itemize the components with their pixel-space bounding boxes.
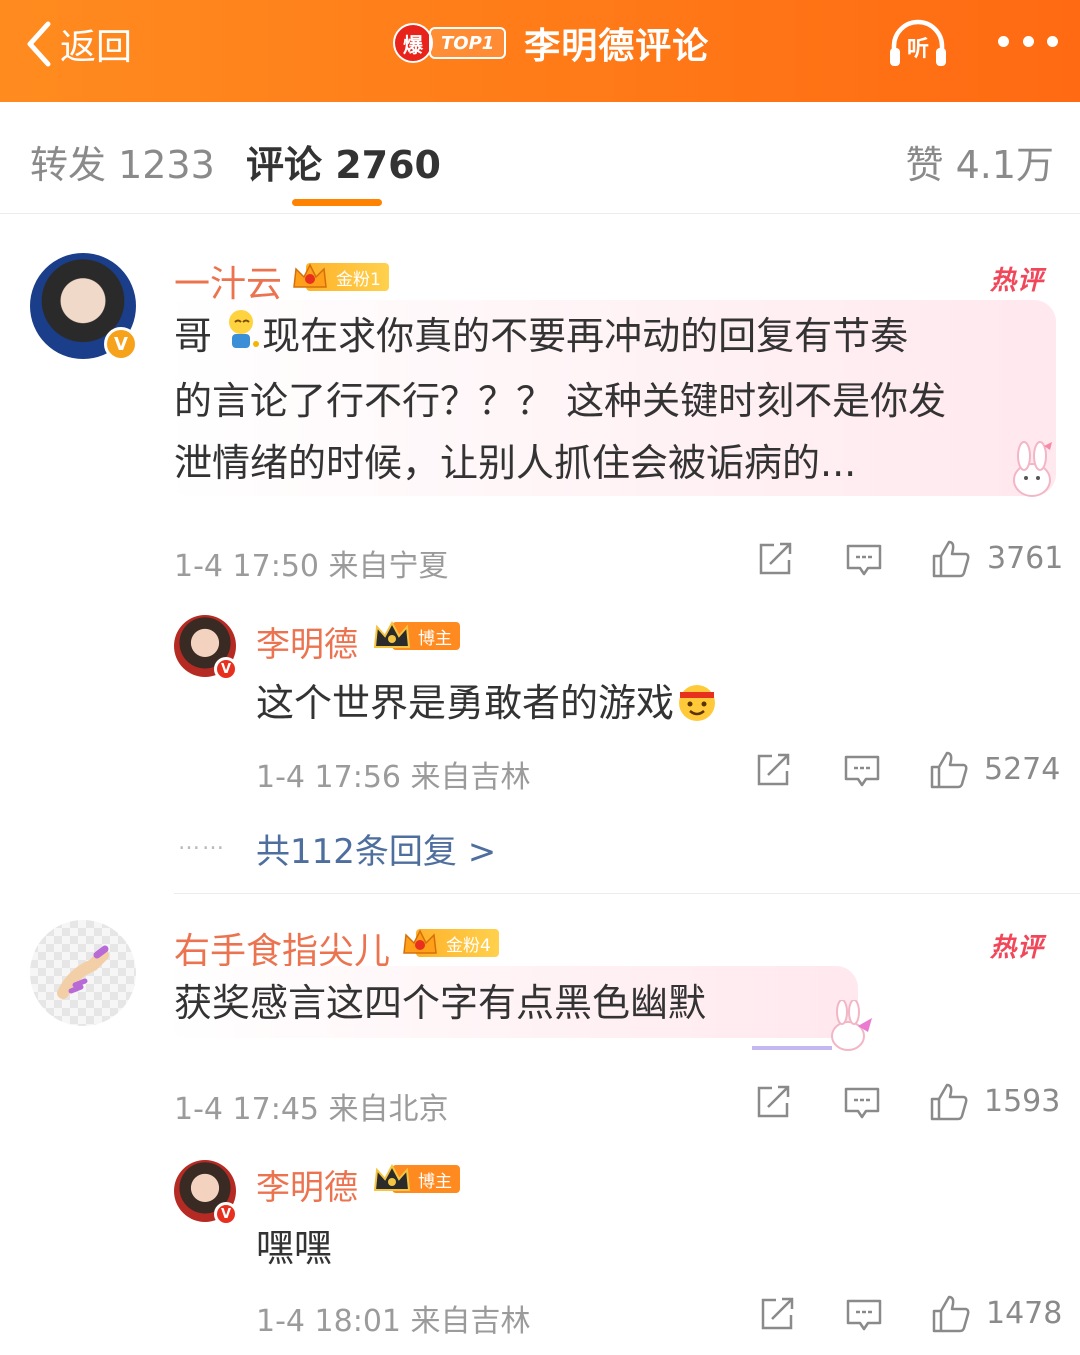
avatar[interactable]: V	[30, 253, 138, 361]
share-icon	[757, 753, 790, 786]
reply-user-name[interactable]: 李明德	[256, 1160, 358, 1209]
tab-reposts[interactable]: 转发 1233	[30, 134, 215, 189]
like-button[interactable]	[928, 749, 970, 791]
listen-button[interactable]: 听	[886, 16, 950, 70]
hot-comment-tag: 热评	[990, 933, 1045, 963]
reply-meta: 1-4 17:56 来自吉林	[256, 760, 531, 795]
headphones-icon: 听	[890, 19, 946, 66]
comment-meta: 1-4 17:50 来自宁夏	[174, 549, 449, 584]
comment-icon	[844, 755, 880, 787]
comment-icon	[846, 544, 882, 576]
bunny-decoration-icon	[1004, 440, 1060, 506]
comment-text: 哥 现在求你真的不要再冲动的回复有节奏 的言论了行不行？？？ 这种关键时刻不是你…	[174, 305, 1054, 494]
share-icon	[761, 1297, 794, 1330]
author-badge: 博主	[372, 1163, 460, 1195]
verified-icon: V	[214, 1202, 238, 1226]
tab-comments[interactable]: 评论 2760	[246, 134, 441, 189]
crown-icon	[373, 1163, 411, 1191]
like-icon	[932, 540, 970, 578]
bunny-decoration-icon	[752, 1000, 876, 1060]
like-button[interactable]	[928, 1081, 970, 1123]
share-button[interactable]	[758, 1295, 798, 1333]
comment-text: 获奖感言这四个字有点黑色幽默	[174, 981, 707, 1025]
hand-nail-icon	[57, 945, 109, 999]
hot-comment-tag: 热评	[990, 266, 1045, 296]
comment-divider	[174, 893, 1080, 894]
like-button[interactable]	[930, 538, 972, 580]
rank-badge: TOP1	[429, 27, 507, 59]
more-dot	[1047, 35, 1058, 47]
reply-meta: 1-4 18:01 来自吉林	[256, 1304, 531, 1339]
like-count[interactable]: 1478	[986, 1296, 1062, 1331]
fan-badge: 金粉1	[290, 262, 389, 292]
like-count[interactable]: 5274	[984, 752, 1060, 787]
reply-text: 嘿嘿	[256, 1226, 333, 1270]
reply-text-content: 这个世界是勇敢者的游戏	[256, 681, 675, 725]
bow-emoji-icon	[224, 308, 262, 370]
author-badge: 博主	[372, 620, 460, 652]
tab-bar: 转发 1233 评论 2760 赞 4.1万	[0, 102, 1080, 214]
avatar[interactable]: V	[174, 1160, 238, 1226]
top-nav-bar: 返回 爆 TOP1 李明德评论 听	[0, 0, 1080, 102]
more-dot	[1022, 35, 1034, 47]
tab-likes[interactable]: 赞 4.1万	[905, 134, 1054, 189]
active-tab-indicator	[292, 199, 382, 206]
comment-button[interactable]	[844, 1297, 884, 1333]
comment-icon	[844, 1087, 880, 1119]
crown-icon	[293, 263, 327, 288]
share-button[interactable]	[754, 751, 794, 789]
page-title-group: 爆 TOP1 李明德评论	[393, 18, 709, 68]
more-dots-icon	[998, 35, 1009, 47]
like-icon	[930, 1083, 968, 1121]
comment-button[interactable]	[842, 753, 882, 789]
crown-icon	[373, 620, 411, 648]
verified-icon: V	[214, 657, 238, 681]
cheer-emoji-icon	[674, 678, 720, 733]
share-icon	[757, 1085, 790, 1118]
more-options-button[interactable]	[998, 26, 1058, 56]
share-icon	[759, 542, 792, 575]
comment-button[interactable]	[844, 542, 884, 578]
comment-button[interactable]	[842, 1085, 882, 1121]
view-more-replies-link[interactable]: 共112条回复 >	[256, 824, 496, 873]
like-icon	[930, 751, 968, 789]
reply-user-name[interactable]: 李明德	[256, 617, 358, 666]
crown-icon	[403, 929, 437, 954]
reply-dots: ……	[178, 830, 226, 855]
page-title: 李明德评论	[524, 26, 710, 67]
comment-meta: 1-4 17:45 来自北京	[174, 1092, 449, 1127]
like-icon	[932, 1295, 970, 1333]
comment-text-line: 哥	[174, 314, 225, 358]
verified-icon: V	[104, 327, 138, 361]
avatar[interactable]: V	[174, 615, 238, 681]
back-label: 返回	[60, 27, 133, 68]
fan-badge: 金粉4	[400, 928, 499, 958]
like-count[interactable]: 3761	[987, 541, 1063, 576]
like-count[interactable]: 1593	[984, 1084, 1060, 1119]
hot-logo-icon: 爆	[393, 23, 433, 63]
like-button[interactable]	[930, 1293, 972, 1335]
back-chevron-icon	[27, 21, 51, 67]
avatar[interactable]	[30, 920, 136, 1026]
back-button[interactable]: 返回	[22, 18, 132, 70]
reply-text: 这个世界是勇敢者的游戏	[256, 672, 720, 733]
share-button[interactable]	[754, 1083, 794, 1121]
comment-text-line: 现在求你真的不要再冲动的回复有节奏	[262, 314, 909, 358]
share-button[interactable]	[756, 540, 796, 578]
comment-text-line: 泄情绪的时候，让别人抓住会被诟病的...	[174, 440, 857, 485]
listen-label: 听	[907, 37, 929, 62]
comment-text-line: 的言论了行不行？？？ 这种关键时刻不是你发	[174, 378, 947, 423]
comment-icon	[846, 1299, 882, 1331]
